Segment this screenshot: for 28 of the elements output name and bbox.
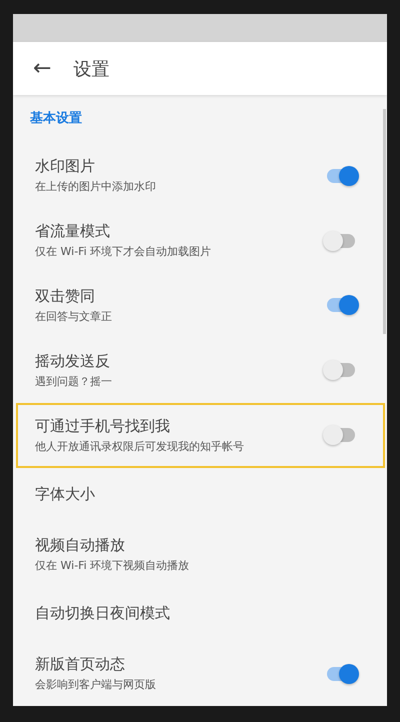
setting-title: 自动切换日夜间模式 <box>35 604 171 624</box>
setting-row[interactable]: 摇动发送反 遇到问题？摇一 <box>16 338 385 403</box>
setting-description: 遇到问题？摇一 <box>35 374 113 389</box>
setting-row[interactable]: 双击赞同 在回答与文章正 <box>16 272 385 338</box>
setting-title: 水印图片 <box>35 157 96 176</box>
setting-row[interactable]: 省流量模式 仅在 Wi-Fi 环境下才会自动加载图片 <box>16 208 385 273</box>
setting-title: 新版首页动态 <box>35 655 126 674</box>
setting-title: 可通过手机号找到我 <box>35 416 171 436</box>
setting-title: 字体大小 <box>35 485 96 504</box>
setting-description: 他人开放通讯录权限后可发现我的知乎帐号 <box>35 438 245 454</box>
setting-row[interactable]: 视频自动播放 仅在 Wi-Fi 环境下视频自动播放 <box>16 522 385 587</box>
setting-title: 双击赞同 <box>35 286 96 306</box>
setting-row[interactable]: 水印图片 在上传的图片中添加水印 <box>16 143 385 208</box>
setting-description: 仅在 Wi-Fi 环境下视频自动播放 <box>35 558 190 573</box>
setting-description: 在回答与文章正 <box>35 308 113 324</box>
section-header: 基本设置 <box>29 110 83 128</box>
setting-row[interactable]: 自动切换日夜间模式 <box>16 586 385 642</box>
setting-title: 视频自动播放 <box>35 536 126 555</box>
page-title: 设置 <box>73 58 110 80</box>
highlighted-setting-row[interactable]: 可通过手机号找到我 他人开放通讯录权限后可发现我的知乎帐号 <box>16 402 385 468</box>
back-button[interactable]: ← <box>33 56 52 81</box>
setting-description: 会影响到客户端与网页版 <box>35 677 157 692</box>
setting-row[interactable]: 字体大小 <box>16 468 385 522</box>
setting-row[interactable]: 新版首页动态 会影响到客户端与网页版 <box>16 641 385 706</box>
setting-description: 在上传的图片中添加水印 <box>35 179 157 194</box>
setting-title: 省流量模式 <box>35 222 111 242</box>
setting-description: 仅在 Wi-Fi 环境下才会自动加载图片 <box>35 244 212 260</box>
setting-title: 摇动发送反 <box>35 352 111 371</box>
